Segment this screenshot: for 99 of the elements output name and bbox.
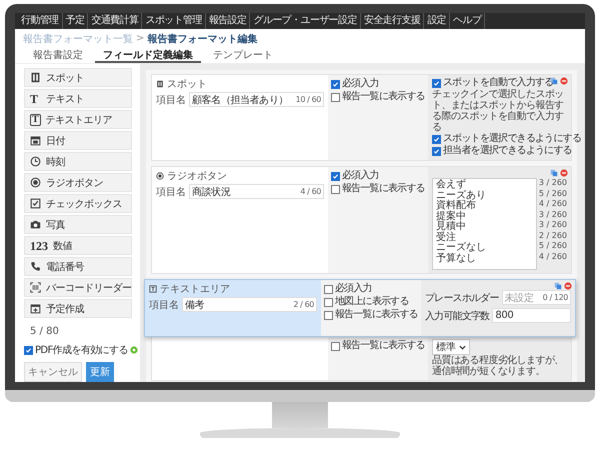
checkbox-label: 担当者を選択できるようにする xyxy=(443,145,572,157)
palette-item[interactable]: チェックボックス xyxy=(24,194,132,213)
copy-icon[interactable] xyxy=(550,169,558,177)
checkbox[interactable] xyxy=(331,184,340,194)
delete-icon[interactable] xyxy=(560,169,568,177)
character-counter: 5 / 260 xyxy=(538,188,567,199)
checkbox-label: 必須入力 xyxy=(342,78,379,90)
textarea-icon xyxy=(149,285,157,293)
nav-item[interactable]: 行動管理 xyxy=(18,13,63,29)
field-type-icon: T xyxy=(30,92,41,104)
character-counter: 4 / 260 xyxy=(538,252,567,262)
option-description: 品質はある程度劣化しますが、通信時間が短くなります。 xyxy=(432,355,565,377)
breadcrumb-separator: > xyxy=(136,33,144,44)
character-counter: 4 / 260 xyxy=(538,199,567,210)
field-name-label: 項目名 xyxy=(149,298,179,312)
checkbox[interactable] xyxy=(324,284,333,294)
checkbox[interactable] xyxy=(331,342,340,350)
checkbox[interactable] xyxy=(324,310,333,320)
nav-item[interactable]: グループ・ユーザー設定 xyxy=(250,13,361,29)
tab[interactable]: 報告書設定 xyxy=(25,46,91,63)
palette-item[interactable]: バーコードリーダー xyxy=(24,278,132,297)
delete-icon[interactable] xyxy=(564,282,572,290)
checkbox-label: 必須入力 xyxy=(342,170,379,182)
field-name-input[interactable]: 顧客名（担当者あり） 10 / 60 xyxy=(189,92,324,107)
checkbox[interactable] xyxy=(432,134,441,144)
copy-icon[interactable] xyxy=(554,282,562,290)
checkbox[interactable] xyxy=(432,146,441,156)
field-type-label: スポット xyxy=(167,78,207,91)
cancel-button[interactable]: キャンセル xyxy=(24,362,82,382)
character-counter: 5 / 260 xyxy=(538,241,567,252)
checkbox[interactable] xyxy=(24,346,33,354)
quality-select[interactable]: 標準 xyxy=(432,339,470,355)
field-name-input[interactable]: 商談状況 4 / 60 xyxy=(189,184,324,199)
character-counter: 3 / 260 xyxy=(538,178,567,188)
field-name-label: 項目名 xyxy=(156,94,186,106)
nav-item[interactable]: 報告設定 xyxy=(206,13,250,29)
help-icon[interactable] xyxy=(130,346,138,354)
character-counter: 2 / 260 xyxy=(538,230,567,241)
field-type-icon: T xyxy=(30,114,41,126)
monitor-stand xyxy=(272,402,328,428)
field-name-input[interactable]: 備考 2 / 60 xyxy=(182,297,317,312)
phone-icon xyxy=(30,261,41,272)
caret-icon xyxy=(459,344,466,350)
character-counter: 3 / 260 xyxy=(538,210,567,220)
checkbox-label: スポットを選択できるようにする xyxy=(443,133,582,144)
nav-item[interactable]: 交通費計算 xyxy=(88,13,142,29)
field-type-label: ラジオボタン xyxy=(167,170,227,183)
checkbox-label: 報告一覧に表示する xyxy=(342,340,425,352)
barcode-icon xyxy=(30,282,41,293)
palette-item[interactable]: 予定作成 xyxy=(24,299,132,318)
checkbox-label: 必須入力 xyxy=(335,283,372,295)
palette-item[interactable]: 日付 xyxy=(24,131,132,150)
checkbox-label: 地図上に表示する xyxy=(335,296,409,308)
tab[interactable]: テンプレート xyxy=(205,46,281,63)
checkbox-label: 報告一覧に表示する xyxy=(342,91,425,103)
radio-icon xyxy=(30,177,41,188)
palette-item[interactable]: T テキスト xyxy=(24,89,132,108)
delete-icon[interactable] xyxy=(560,77,568,85)
palette-item[interactable]: 電話番号 xyxy=(24,257,132,276)
radio-icon xyxy=(156,172,164,180)
nav-item[interactable]: 設定 xyxy=(424,13,450,29)
palette-item[interactable]: T テキストエリア xyxy=(24,110,132,129)
option-description: チェックインで選択したスポット、またはスポットから報告する際のスポットを自動で入力する xyxy=(432,89,565,133)
building-icon xyxy=(30,72,41,83)
checkbox-icon xyxy=(30,198,41,209)
palette-item[interactable]: 時刻 xyxy=(24,152,132,171)
field-name-label: 項目名 xyxy=(156,186,186,198)
palette-item[interactable]: 123 数値 xyxy=(24,236,132,255)
checkbox[interactable] xyxy=(331,92,340,102)
placeholder-label: プレースホルダー xyxy=(425,292,499,304)
dragged-field-card[interactable]: テキストエリア 項目名 備考 2 / 60 必須入力 地図上に表示する 報告一覧に表示する プレースホルダー 未設定 0 / 120 入力可能文字数 800 xyxy=(144,279,576,337)
field-count: 5 / 80 xyxy=(29,325,60,339)
nav-item[interactable]: 予定 xyxy=(62,13,88,29)
calendar-plus-icon xyxy=(30,303,41,314)
field-type-label: テキストエリア xyxy=(160,283,230,296)
nav-item[interactable]: スポット管理 xyxy=(142,13,206,29)
checkbox-label: PDF作成を有効にする xyxy=(35,344,128,357)
character-counter: 3 / 260 xyxy=(538,220,567,230)
checkbox-label: 報告一覧に表示する xyxy=(342,183,425,195)
nav-item[interactable]: ヘルプ xyxy=(450,13,486,29)
checkbox[interactable] xyxy=(331,172,340,180)
field-type-icon: 123 xyxy=(30,240,48,252)
checkbox[interactable] xyxy=(432,78,441,88)
clock-icon xyxy=(30,156,41,167)
calendar-icon xyxy=(30,135,41,146)
palette-item[interactable]: ラジオボタン xyxy=(24,173,132,192)
checkbox-label: 報告一覧に表示する xyxy=(335,309,418,321)
max-length-label: 入力可能文字数 xyxy=(425,310,490,322)
palette-item[interactable]: 写真 xyxy=(24,215,132,234)
building-icon xyxy=(156,80,164,88)
checkbox[interactable] xyxy=(324,298,333,306)
camera-icon xyxy=(30,219,41,230)
choices-textarea[interactable]: 会えず ニーズあり 資料配布 提案中 見積中 受注 ニーズなし 予算なし xyxy=(432,178,537,270)
checkbox[interactable] xyxy=(331,80,340,88)
max-length-input[interactable]: 800 xyxy=(492,308,571,323)
placeholder-input[interactable]: 未設定 0 / 120 xyxy=(502,290,571,305)
palette-item[interactable]: スポット xyxy=(24,68,132,87)
page-title: 報告書フォーマット編集 xyxy=(147,32,258,46)
nav-item[interactable]: 安全走行支援 xyxy=(360,13,424,29)
